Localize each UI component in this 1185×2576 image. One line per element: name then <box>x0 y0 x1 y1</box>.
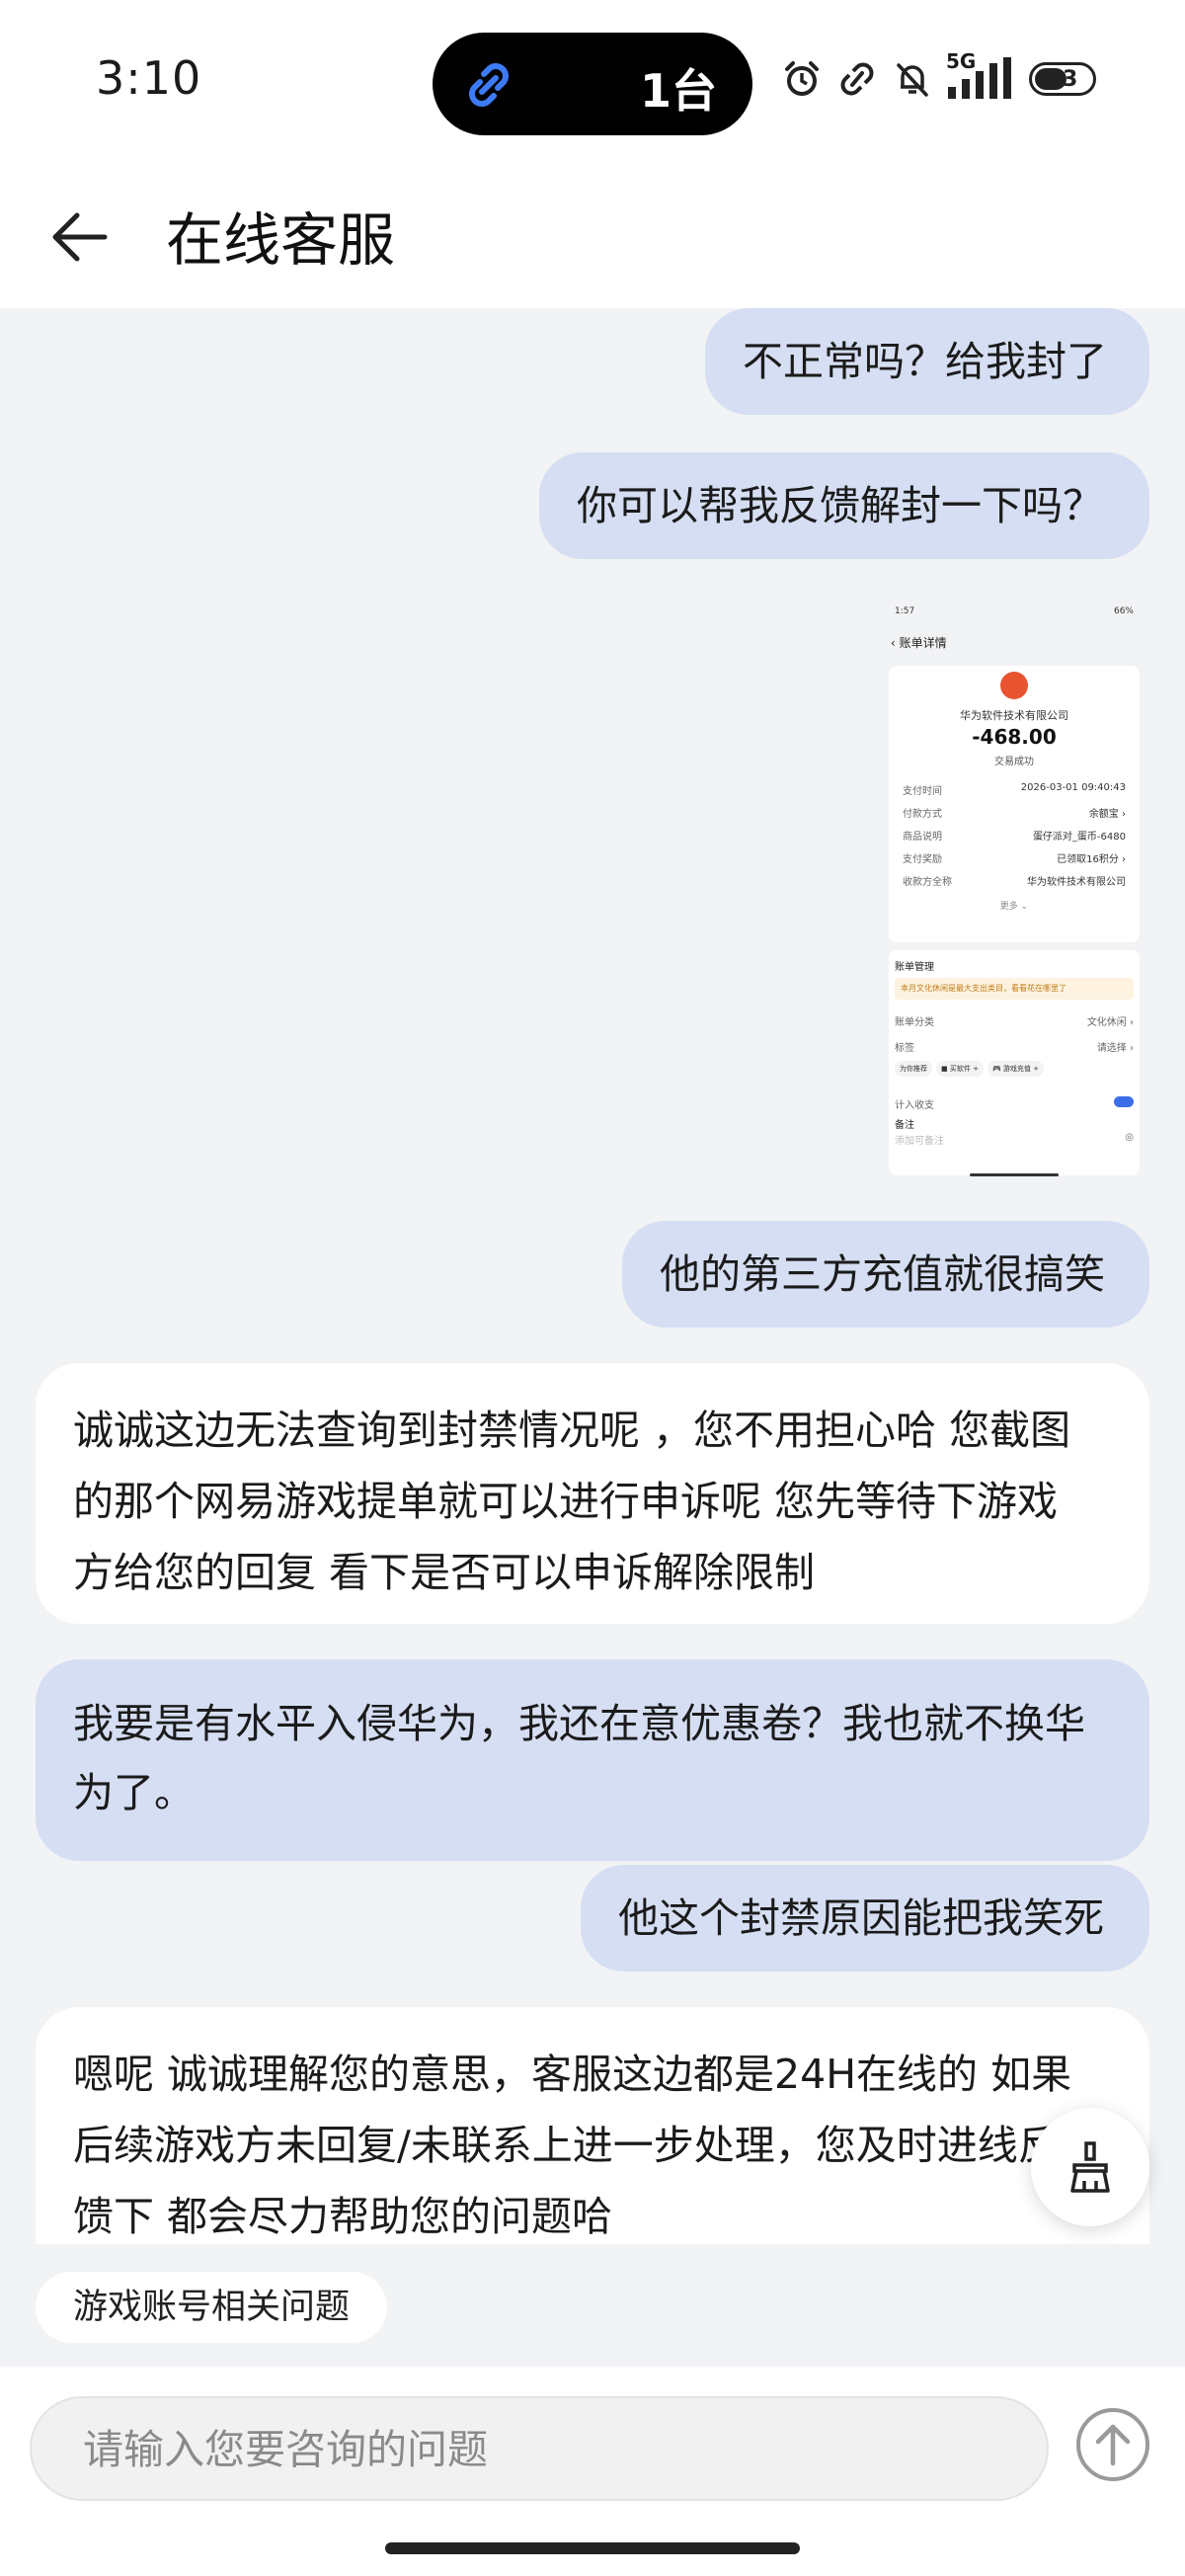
agent-message[interactable]: 诚诚这边无法查询到封禁情况呢 ，您不用担心哈 您截图 的那个网易游戏提单就可以进… <box>36 1363 1149 1624</box>
status-icons: 5G 53 <box>782 49 1096 105</box>
message-input[interactable] <box>81 2398 1013 2501</box>
composer <box>0 2367 1185 2576</box>
battery-icon: 53 <box>1029 62 1096 96</box>
receipt-row: 账单分类 文化休闲 › <box>895 1017 1134 1028</box>
receipt-notice: 本月文化休闲是最大支出类目，看看花在哪里了 <box>895 978 1134 1000</box>
message-line: 后续游戏方未回复/未联系上进一步处理，您及时进线反 <box>73 2122 1059 2169</box>
receipt-screenshot-image[interactable]: 1:57 66% ‹ 账单详情 华为软件技术有限公司 -468.00 交易成功 … <box>881 599 1147 1183</box>
receipt-merchant: 华为软件技术有限公司 <box>960 709 1068 722</box>
receipt-row: 添加可备注 ◎ <box>895 1132 1134 1147</box>
message-text: 他这个封禁原因能把我笑死 <box>618 1894 1104 1942</box>
link-status-icon <box>840 62 874 96</box>
agent-message[interactable]: 嗯呢 诚诚理解您的意思，客服这边都是24H在线的 如果 后续游戏方未回复/未联系… <box>36 2007 1149 2244</box>
user-message[interactable]: 你可以帮我反馈解封一下吗？ <box>539 452 1149 559</box>
user-message[interactable]: 不正常吗？给我封了 <box>705 308 1149 415</box>
message-line: 为了。 <box>73 1769 195 1816</box>
receipt-amount: -468.00 <box>972 725 1057 749</box>
message-line: 方给您的回复 看下是否可以申诉解除限制 <box>73 1549 816 1596</box>
send-arrow-icon[interactable] <box>1074 2406 1151 2483</box>
receipt-row: 标签 请选择 › <box>895 1043 1134 1054</box>
home-indicator[interactable] <box>385 2542 800 2554</box>
receipt-title: 账单详情 <box>899 636 947 650</box>
island-count: 1台 <box>639 64 717 118</box>
message-line: 的那个网易游戏提单就可以进行申诉呢 您先等待下游戏 <box>73 1478 1059 1525</box>
receipt-tags: 为你推荐 ■ 买软件 + 🎮 游戏充值 + <box>895 1061 1044 1077</box>
user-message[interactable]: 他的第三方充值就很搞笑 <box>622 1221 1149 1328</box>
receipt-header: ‹ 账单详情 <box>891 636 947 650</box>
screen: 3:10 1台 5G 53 在线客服 不正常吗？给我封了 你可以帮我反馈解封一下… <box>0 0 1185 2576</box>
merchant-logo <box>1000 672 1028 699</box>
receipt-home-bar <box>970 1173 1059 1176</box>
user-message[interactable]: 我要是有水平入侵华为，我还在意优惠卷？我也就不换华 为了。 <box>36 1659 1149 1861</box>
quick-reply-chip[interactable]: 游戏账号相关问题 <box>36 2272 388 2343</box>
message-line: 嗯呢 诚诚理解您的意思，客服这边都是24H在线的 如果 <box>73 2051 1072 2098</box>
receipt-row: 计入收支 <box>895 1096 1134 1111</box>
status-bar: 3:10 1台 5G 53 <box>0 0 1185 158</box>
back-arrow-icon[interactable] <box>43 198 122 277</box>
message-text: 不正常吗？给我封了 <box>743 338 1107 385</box>
receipt-row: 商品说明 蛋仔派对_蛋币-6480 <box>903 832 1126 843</box>
battery-level: 53 <box>1047 66 1078 92</box>
receipt-row: 备注 <box>895 1120 914 1131</box>
mute-bell-icon <box>897 63 928 97</box>
status-time: 3:10 <box>96 51 202 105</box>
message-line: 馈下 都会尽力帮助您的问题哈 <box>73 2193 613 2240</box>
receipt-status: 交易成功 <box>994 757 1034 767</box>
broom-icon <box>1070 2141 1110 2193</box>
receipt-row: 付款方式 余额宝 › <box>903 809 1126 820</box>
message-line: 我要是有水平入侵华为，我还在意优惠卷？我也就不换华 <box>73 1700 1085 1747</box>
link-icon <box>469 63 509 107</box>
receipt-row: 支付时间 2026-03-01 09:40:43 <box>903 782 1126 797</box>
receipt-battery: 66% <box>1113 606 1134 616</box>
page-title: 在线客服 <box>166 206 396 274</box>
header: 在线客服 <box>0 158 1185 308</box>
receipt-row: 收款方全称 华为软件技术有限公司 <box>903 877 1126 888</box>
message-line: 诚诚这边无法查询到封禁情况呢 ，您不用担心哈 您截图 <box>73 1407 1071 1454</box>
clear-chat-button[interactable] <box>1031 2108 1149 2226</box>
receipt-time: 1:57 <box>895 606 915 616</box>
receipt-manage-title: 账单管理 <box>895 962 934 973</box>
message-input-box[interactable] <box>30 2396 1049 2501</box>
signal-5g-icon: 5G <box>946 49 1015 101</box>
message-text: 你可以帮我反馈解封一下吗？ <box>577 482 1103 529</box>
receipt-card: 华为软件技术有限公司 -468.00 交易成功 支付时间 2026-03-01 0… <box>889 666 1140 942</box>
user-message[interactable]: 他这个封禁原因能把我笑死 <box>581 1865 1149 1972</box>
dynamic-island[interactable]: 1台 <box>433 33 752 135</box>
receipt-manage-card: 账单管理 本月文化休闲是最大支出类目，看看花在哪里了 账单分类 文化休闲 › 标签… <box>889 950 1140 1175</box>
receipt-more: 更多 ⌄ <box>999 902 1029 912</box>
chat-area[interactable]: 不正常吗？给我封了 你可以帮我反馈解封一下吗？ 1:57 66% ‹ 账单详情 … <box>0 308 1185 2244</box>
receipt-row: 支付奖励 已领取16积分 › <box>903 854 1126 865</box>
message-text: 他的第三方充值就很搞笑 <box>660 1250 1105 1298</box>
alarm-icon <box>785 61 819 96</box>
